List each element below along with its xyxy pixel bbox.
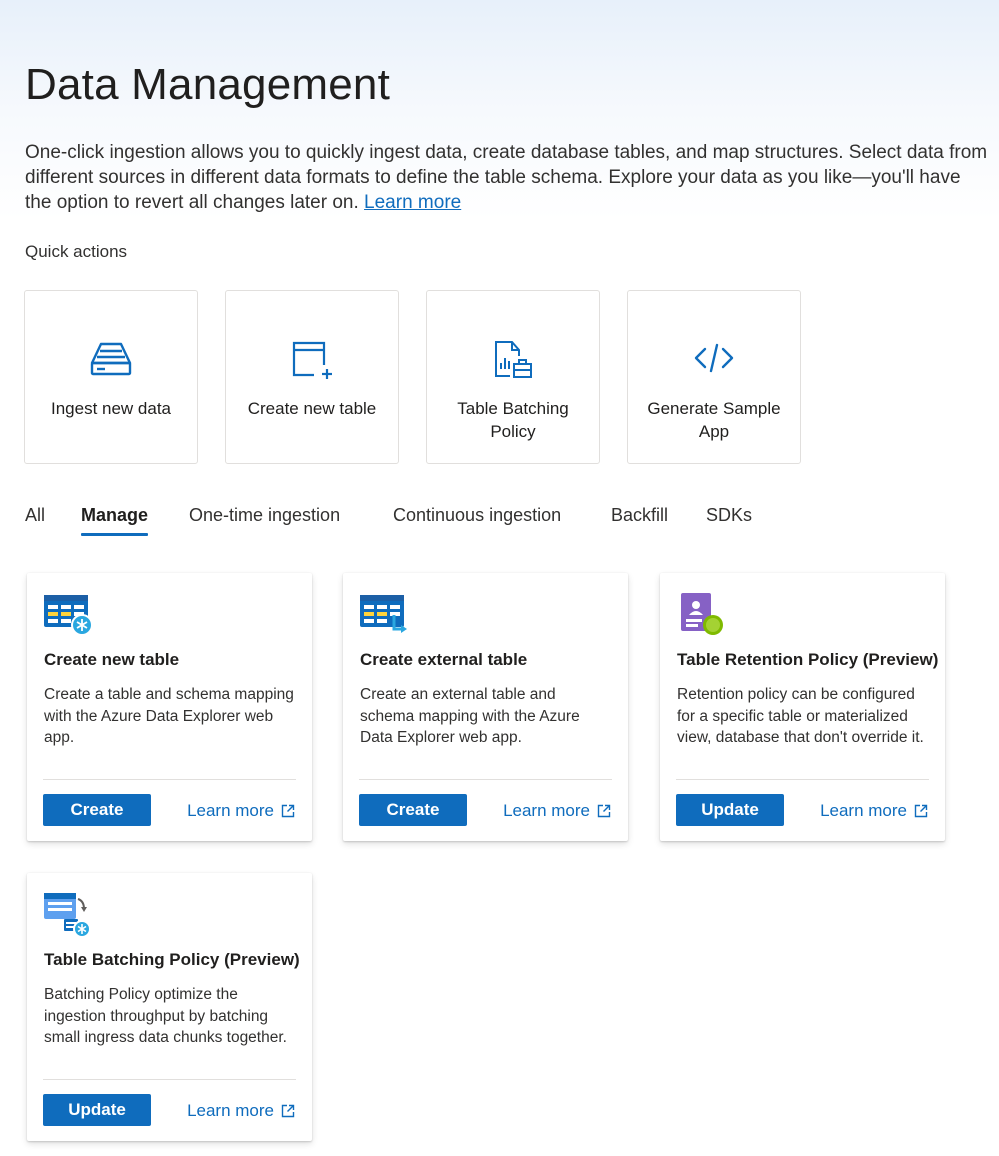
external-link-icon bbox=[597, 804, 611, 818]
tab-sdks[interactable]: SDKs bbox=[706, 505, 752, 536]
intro-learn-more-link[interactable]: Learn more bbox=[364, 192, 461, 213]
tab-one-time-ingestion[interactable]: One-time ingestion bbox=[189, 505, 340, 536]
document-chart-icon bbox=[495, 341, 532, 378]
quick-action-table-batching-policy[interactable]: Table Batching Policy bbox=[426, 290, 600, 464]
intro-description: One-click ingestion allows you to quickl… bbox=[25, 142, 988, 213]
card-description: Batching Policy optimize the ingestion t… bbox=[44, 986, 287, 1047]
code-icon bbox=[694, 343, 734, 373]
card-title: Table Retention Policy (Preview) bbox=[677, 650, 939, 669]
external-link-icon bbox=[281, 804, 295, 818]
quick-action-label: Table Batching Policy bbox=[457, 399, 569, 441]
page-title: Data Management bbox=[25, 60, 390, 109]
card-create-new-table: Create new table Create a table and sche… bbox=[27, 573, 312, 841]
retention-certificate-icon bbox=[681, 593, 723, 635]
card-divider bbox=[676, 779, 929, 780]
tab-manage[interactable]: Manage bbox=[81, 505, 149, 536]
card-divider bbox=[43, 1079, 296, 1080]
quick-action-create-new-table[interactable]: Create new table bbox=[225, 290, 399, 464]
quick-actions: Ingest new data Create new table Table B… bbox=[24, 290, 801, 464]
table-create-icon bbox=[44, 595, 93, 636]
learn-more-link[interactable]: Learn more bbox=[187, 1101, 295, 1121]
card-table-retention-policy: Table Retention Policy (Preview) Retenti… bbox=[660, 573, 945, 841]
create-button[interactable]: Create bbox=[43, 794, 151, 826]
learn-more-link[interactable]: Learn more bbox=[187, 801, 295, 821]
card-title: Create external table bbox=[360, 650, 528, 669]
tab-backfill[interactable]: Backfill bbox=[611, 505, 668, 536]
card-create-external-table: Create external table Create an external… bbox=[343, 573, 628, 841]
batching-policy-icon bbox=[44, 893, 91, 937]
card-divider bbox=[359, 779, 612, 780]
card-description: Create a table and schema mapping with t… bbox=[44, 686, 294, 747]
quick-action-generate-sample-app[interactable]: Generate Sample App bbox=[627, 290, 801, 464]
learn-more-label: Learn more bbox=[187, 1101, 274, 1120]
card-description: Retention policy can be configured for a… bbox=[677, 686, 924, 747]
quick-action-label: Create new table bbox=[247, 399, 377, 418]
quick-action-label: Ingest new data bbox=[50, 399, 172, 418]
card-divider bbox=[43, 779, 296, 780]
learn-more-label: Learn more bbox=[820, 801, 907, 820]
learn-more-link[interactable]: Learn more bbox=[503, 801, 611, 821]
card-title: Table Batching Policy (Preview) bbox=[44, 950, 300, 969]
learn-more-link[interactable]: Learn more bbox=[820, 801, 928, 821]
tab-all[interactable]: All bbox=[25, 505, 45, 536]
quick-action-ingest-new-data[interactable]: Ingest new data bbox=[24, 290, 198, 464]
learn-more-label: Learn more bbox=[187, 801, 274, 820]
tab-continuous-ingestion[interactable]: Continuous ingestion bbox=[393, 505, 561, 536]
external-link-icon bbox=[281, 1104, 295, 1118]
card-table-batching-policy: Table Batching Policy (Preview) Batching… bbox=[27, 873, 312, 1141]
create-button[interactable]: Create bbox=[359, 794, 467, 826]
intro-text: One-click ingestion allows you to quickl… bbox=[25, 140, 990, 215]
update-button[interactable]: Update bbox=[43, 1094, 151, 1126]
external-table-icon bbox=[360, 595, 407, 633]
update-button[interactable]: Update bbox=[676, 794, 784, 826]
quick-actions-label: Quick actions bbox=[25, 242, 128, 261]
card-title: Create new table bbox=[44, 650, 180, 669]
learn-more-label: Learn more bbox=[503, 801, 590, 820]
quick-action-label: Generate Sample App bbox=[647, 399, 781, 441]
external-link-icon bbox=[914, 804, 928, 818]
card-description: Create an external table and schema mapp… bbox=[360, 686, 580, 747]
tray-stack-icon bbox=[90, 342, 132, 376]
table-add-icon bbox=[292, 341, 332, 379]
